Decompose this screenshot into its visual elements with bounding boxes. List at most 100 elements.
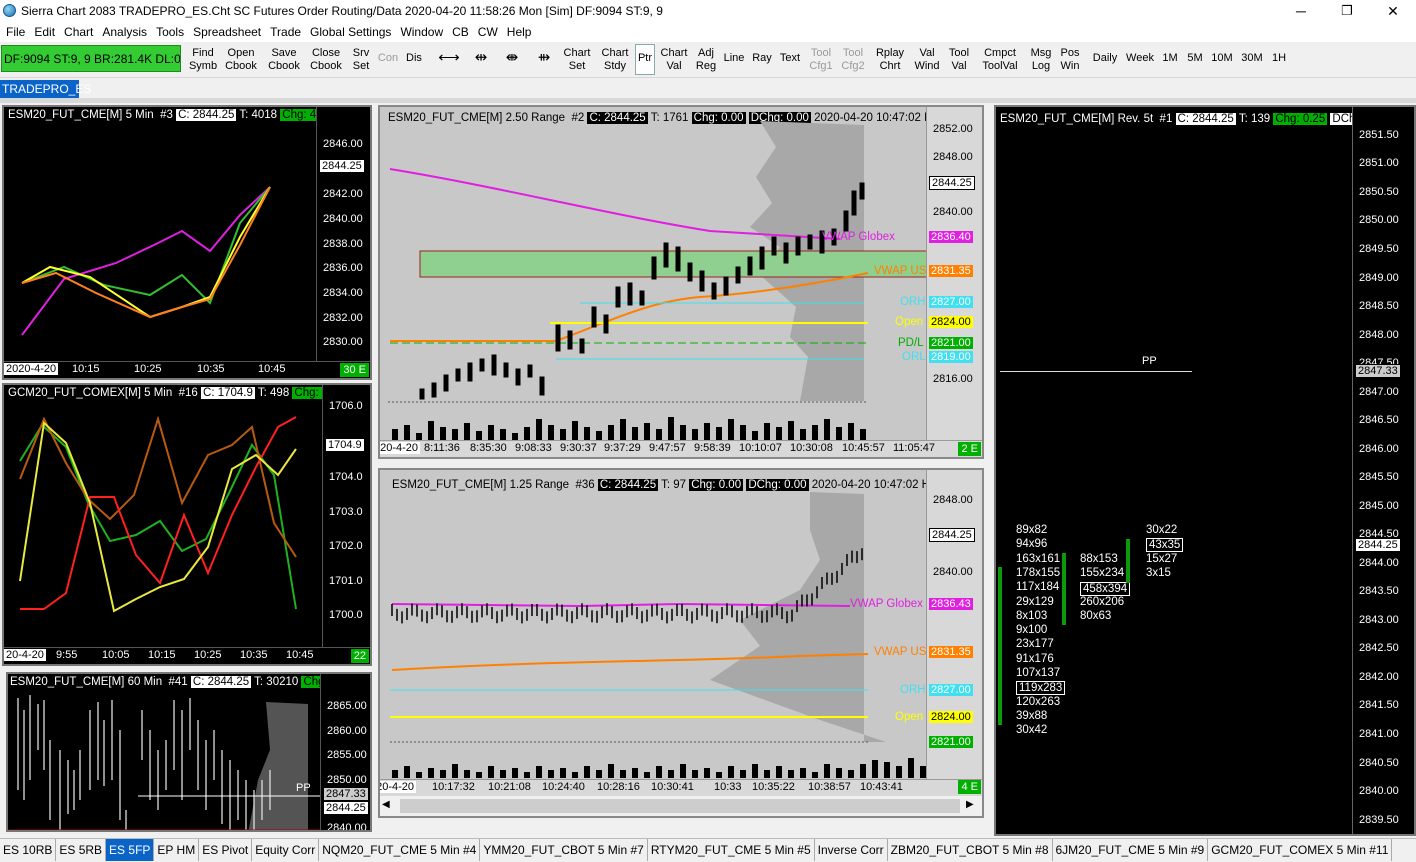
x-tick: 10:25 — [134, 363, 162, 375]
chartbook-tab[interactable]: TRADEPRO_ES — [0, 80, 91, 98]
toolbar-tool-cfg1-button[interactable]: Tool Cfg1 — [807, 44, 835, 75]
maximize-button[interactable]: ❐ — [1324, 0, 1370, 22]
toolbar-30m-button[interactable]: 30M — [1239, 44, 1265, 75]
chart-status-badge: 4 E — [958, 780, 981, 794]
chart-esm20-60min[interactable]: ESM20_FUT_CME[M] 60 Min #41 C: 2844.25 T… — [6, 672, 372, 832]
y-tick: 2855.00 — [327, 749, 367, 761]
toolbar-cmpct-toolval-button[interactable]: Cmpct ToolVal — [978, 44, 1022, 75]
chart-esm20-2-50-range[interactable]: ESM20_FUT_CME[M] 2.50 Range #2 C: 2844.2… — [378, 105, 984, 459]
y-axis[interactable]: 2852.00 2848.00 2844.25 2840.00 2836.40 … — [926, 107, 982, 457]
sheet-tab[interactable]: RTYM20_FUT_CME 5 Min #5 — [648, 839, 815, 861]
sheet-tab[interactable]: 6JM20_FUT_CME 5 Min #9 — [1053, 839, 1209, 861]
y-tick: 1701.0 — [329, 575, 363, 587]
ohlc-bar-plot: PP — [8, 695, 320, 830]
chart-esm20-5min[interactable]: ESM20_FUT_CME[M] 5 Min #3 C: 2844.25 T: … — [2, 105, 372, 380]
y-tick: 2841.50 — [1359, 699, 1399, 711]
toolbar-line-button[interactable]: Line — [721, 44, 747, 75]
y-axis[interactable]: 2848.00 2844.25 2840.00 2836.43 2831.35 … — [926, 470, 982, 816]
scroll-right-arrow-icon[interactable]: ▶ — [966, 799, 974, 810]
toolbar-pos-win-button[interactable]: Pos Win — [1057, 44, 1083, 75]
chart-gcm20-5min[interactable]: GCM20_FUT_COMEX[M] 5 Min #16 C: 1704.9 T… — [2, 383, 372, 666]
sheet-tab[interactable]: ZBM20_FUT_CBOT 5 Min #8 — [888, 839, 1053, 861]
menu-tools[interactable]: Tools — [156, 22, 184, 39]
toolbar-close-cbook-button[interactable]: Close Cbook — [307, 44, 345, 75]
x-axis[interactable]: 2020-4-20 10:15 10:25 10:35 10:45 — [4, 361, 370, 378]
y-tick: 2851.00 — [1359, 157, 1399, 169]
sheet-tab[interactable]: ES Pivot — [199, 839, 253, 861]
sheet-tab[interactable]: Inverse Corr — [815, 839, 888, 861]
toolbar-con-button[interactable]: Con — [376, 44, 400, 75]
menu-trade[interactable]: Trade — [270, 22, 301, 39]
toolbar-chart-set-button[interactable]: Chart Set — [560, 44, 594, 75]
scale-split-icon[interactable]: ⇼ — [499, 44, 525, 75]
y-axis[interactable]: 2851.50 2851.00 2850.50 2850.00 2849.50 2849.… — [1352, 107, 1414, 834]
toolbar-rplay-chrt-button[interactable]: Rplay Chrt — [874, 44, 906, 75]
chart-esm20-1-25-range[interactable]: ESM20_FUT_CME[M] 1.25 Range #36 C: 2844.… — [378, 468, 984, 818]
toolbar-val-wind-button[interactable]: Val Wind — [911, 44, 943, 75]
menu-help[interactable]: Help — [507, 22, 532, 39]
sheet-tab[interactable]: ES 5FP — [106, 839, 155, 861]
toolbar-chart-val-button[interactable]: Chart Val — [658, 44, 690, 75]
toolbar-dis-button[interactable]: Dis — [402, 44, 426, 75]
toolbar-ptr-button[interactable]: Ptr — [635, 44, 655, 75]
toolbar-10m-button[interactable]: 10M — [1209, 44, 1235, 75]
x-tick: 2020-4-20 — [4, 363, 59, 375]
minimize-button[interactable]: ─ — [1278, 0, 1324, 22]
menu-cw[interactable]: CW — [478, 22, 498, 39]
toolbar-tool-val-button[interactable]: Tool Val — [945, 44, 973, 75]
horizontal-scale-icon[interactable]: ⟷ — [436, 44, 462, 75]
menu-file[interactable]: File — [6, 22, 25, 39]
scale-shrink-icon[interactable]: ⇹ — [468, 44, 494, 75]
x-tick: 10:45 — [258, 363, 286, 375]
x-axis[interactable]: 2020-4-20 10:17:32 10:21:08 10:24:40 10:… — [380, 779, 982, 796]
toolbar-chart-stdy-button[interactable]: Chart Stdy — [597, 44, 633, 75]
sheet-tab[interactable]: ES 5RB — [56, 839, 107, 861]
toolbar-text-button[interactable]: Text — [776, 44, 804, 75]
y-axis[interactable]: 1706.0 1704.9 1704.0 1703.0 1702.0 1701.… — [322, 385, 370, 664]
menu-window[interactable]: Window — [400, 22, 443, 39]
toolbar-1m-button[interactable]: 1M — [1160, 44, 1180, 75]
menu-analysis[interactable]: Analysis — [102, 22, 147, 39]
chart-symbol: GCM20_FUT_COMEX[M] 5 Min — [8, 387, 173, 399]
sheet-tab[interactable]: GCM20_FUT_COMEX 5 Min #11 — [1208, 839, 1393, 861]
scale-move-icon[interactable]: ⇻ — [531, 44, 557, 75]
x-axis[interactable]: 20-4-20 9:55 10:05 10:15 10:25 10:35 10:… — [4, 647, 370, 664]
menu-global-settings[interactable]: Global Settings — [310, 22, 391, 39]
toolbar-week-button[interactable]: Week — [1123, 44, 1157, 75]
scroll-left-arrow-icon[interactable]: ◀ — [382, 799, 390, 810]
scrollbar-thumb[interactable] — [400, 799, 960, 813]
last-price-marker: 2844.25 — [929, 528, 975, 542]
sheet-tab[interactable]: NQM20_FUT_CME 5 Min #4 — [319, 839, 481, 861]
toolbar-save-cbook-button[interactable]: Save Cbook — [265, 44, 303, 75]
chart-esm20-rev-5t[interactable]: ESM20_FUT_CME[M] Rev. 5t #1 C: 2844.25 T… — [994, 105, 1416, 836]
toolbar-5m-button[interactable]: 5M — [1184, 44, 1206, 75]
sheet-tab[interactable]: EP HM — [154, 839, 200, 861]
sheet-tab[interactable]: Equity Corr — [252, 839, 320, 861]
toolbar-msg-log-button[interactable]: Msg Log — [1028, 44, 1054, 75]
y-axis[interactable]: 2846.00 2844.25 2842.00 2840.00 2838.00 … — [316, 107, 370, 378]
horizontal-scrollbar[interactable]: ◀ ▶ — [380, 796, 982, 816]
vwap-us-label: VWAP US — [874, 646, 927, 658]
toolbar-open-cbook-button[interactable]: Open Cbook — [221, 44, 261, 75]
menu-edit[interactable]: Edit — [34, 22, 55, 39]
sheet-tab[interactable]: YMM20_FUT_CBOT 5 Min #7 — [480, 839, 648, 861]
toolbar-adj-reg-button[interactable]: Adj Reg — [694, 44, 718, 75]
sheet-tab[interactable]: ES 10RB — [0, 839, 57, 861]
toolbar-1h-button[interactable]: 1H — [1269, 44, 1289, 75]
toolbar-ray-button[interactable]: Ray — [750, 44, 774, 75]
x-axis[interactable]: 2020-4-20 8:11:36 8:35:30 9:08:33 9:30:3… — [380, 440, 982, 457]
orh-price-tag: 2827.00 — [929, 684, 973, 696]
y-tick: 2846.00 — [323, 138, 363, 150]
y-axis[interactable]: 2865.00 2860.00 2855.00 2850.00 2847.33 … — [320, 674, 370, 830]
toolbar-find-symb-button[interactable]: Find Symb — [187, 44, 219, 75]
menu-spreadsheet[interactable]: Spreadsheet — [193, 22, 261, 39]
toolbar-srv-set-button[interactable]: Srv Set — [350, 44, 372, 75]
vwap-globex-price-tag: 2836.40 — [929, 231, 973, 243]
toolbar-tool-cfg2-button[interactable]: Tool Cfg2 — [839, 44, 867, 75]
y-tick: 2850.00 — [1359, 214, 1399, 226]
menu-chart[interactable]: Chart — [64, 22, 93, 39]
menu-cb[interactable]: CB — [452, 22, 469, 39]
toolbar-daily-button[interactable]: Daily — [1090, 44, 1120, 75]
pivot-label: PP — [296, 782, 311, 794]
close-button[interactable]: ✕ — [1370, 0, 1416, 22]
